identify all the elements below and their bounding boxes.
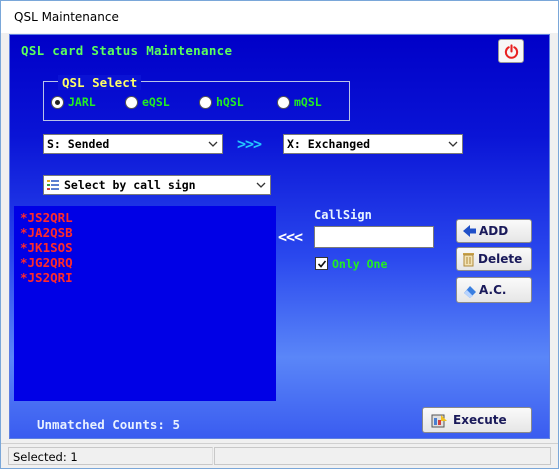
status-from-select[interactable]: S: Sended: [43, 134, 223, 154]
radio-label-jarl: JARL: [68, 95, 96, 109]
radio-label-hqsl: hQSL: [216, 95, 244, 109]
power-button[interactable]: [498, 39, 524, 63]
chevron-down-icon: [208, 141, 218, 147]
list-item[interactable]: *JK1SOS: [20, 240, 73, 255]
delete-button[interactable]: Delete: [456, 247, 532, 271]
add-label: ADD: [479, 224, 509, 238]
status-to-select[interactable]: X: Exchanged: [283, 134, 463, 154]
only-one-label: Only One: [332, 257, 388, 271]
arrows-left: <<<: [278, 228, 303, 246]
list-item[interactable]: *JS2QRI: [20, 270, 73, 285]
radio-label-eqsl: eQSL: [142, 95, 170, 109]
add-button[interactable]: ADD: [456, 219, 532, 243]
status-pane-primary: Selected: 1: [8, 447, 213, 465]
ac-label: A.C.: [479, 283, 507, 297]
chevron-down-icon: [256, 182, 266, 188]
qsl-maintenance-window: QSL Maintenance QSL card Status Maintena…: [0, 0, 559, 469]
list-item[interactable]: *JG2QRQ: [20, 255, 73, 270]
status-bar: Selected: 1: [1, 443, 558, 468]
radio-jarl[interactable]: JARL: [51, 94, 96, 110]
qsl-select-legend: QSL Select: [58, 75, 142, 90]
chevron-down-icon: [448, 141, 458, 147]
title-bar: QSL Maintenance: [1, 1, 558, 33]
radio-dot[interactable]: [125, 95, 138, 109]
list-item[interactable]: *JS2QRL: [20, 210, 73, 225]
power-icon: [504, 44, 519, 59]
execute-button[interactable]: Execute: [422, 407, 532, 433]
callsign-list[interactable]: *JS2QRL *JA2QSB *JK1SOS *JG2QRQ *JS2QRI: [14, 206, 276, 401]
radio-eqsl[interactable]: eQSL: [125, 94, 170, 110]
arrows-right: >>>: [237, 135, 262, 153]
trash-icon: [463, 253, 474, 267]
eraser-icon: [464, 286, 476, 298]
arrow-left-icon: [463, 225, 476, 237]
status-text: Selected: 1: [13, 450, 78, 464]
radio-hqsl[interactable]: hQSL: [199, 94, 244, 110]
status-pane-secondary: [214, 447, 551, 465]
select-mode-value: Select by call sign: [64, 178, 196, 192]
callsign-input[interactable]: [314, 226, 434, 248]
radio-dot[interactable]: [199, 95, 212, 109]
unmatched-counts: Unmatched Counts: 5: [37, 417, 180, 432]
only-one-checkbox[interactable]: [315, 257, 328, 270]
radio-dot[interactable]: [51, 95, 64, 109]
status-from-value: S: Sended: [47, 137, 110, 151]
header-label: QSL card Status Maintenance: [21, 43, 233, 58]
execute-label: Execute: [453, 413, 507, 427]
delete-label: Delete: [478, 252, 523, 266]
radio-label-mqsl: mQSL: [294, 95, 322, 109]
callsign-label: CallSign: [314, 208, 372, 222]
select-mode-select[interactable]: Select by call sign: [43, 175, 271, 195]
radio-dot[interactable]: [277, 95, 290, 109]
radio-mqsl[interactable]: mQSL: [277, 94, 322, 110]
execute-icon: [431, 414, 447, 428]
list-icon: [47, 180, 59, 190]
checkmark-icon: [317, 260, 327, 268]
status-to-value: X: Exchanged: [287, 137, 371, 151]
ac-button[interactable]: A.C.: [456, 277, 532, 303]
list-item[interactable]: *JA2QSB: [20, 225, 73, 240]
window-title: QSL Maintenance: [14, 10, 119, 24]
